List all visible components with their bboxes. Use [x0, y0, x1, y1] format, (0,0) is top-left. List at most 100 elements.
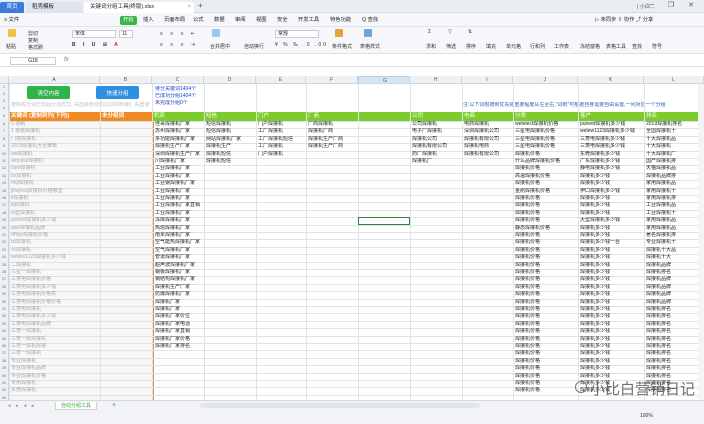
table-cell[interactable]: 工业焊接机厂家直销	[154, 202, 204, 209]
row-header[interactable]: 1	[0, 84, 9, 91]
table-cell[interactable]: vc焊接机	[10, 247, 99, 254]
table-cell[interactable]: 焊接机价格	[514, 247, 577, 254]
row-header[interactable]: 33	[0, 320, 9, 329]
menu-view[interactable]: 视图	[256, 16, 267, 25]
row-header[interactable]: 41	[0, 380, 9, 388]
table-cell[interactable]: 焊接机价格	[514, 387, 577, 394]
table-cell[interactable]: 深圳焊接机生产厂家	[154, 151, 204, 158]
sheet-nav-arrows[interactable]: ◂ ▸ ◂ ▸	[8, 403, 36, 409]
table-cell[interactable]: 焊接机十大品	[645, 247, 703, 254]
column-header[interactable]: D	[204, 76, 256, 84]
align-top-buttons[interactable]: ≡ ≡ ≡ ⇤	[160, 31, 198, 37]
column-header[interactable]: B	[100, 76, 152, 84]
column-header[interactable]: A	[9, 76, 100, 84]
column-header[interactable]: C	[152, 76, 204, 84]
table-cell[interactable]: 焊接机排名	[645, 343, 703, 350]
row-header[interactable]: 20	[0, 224, 9, 232]
table-cell[interactable]: 三菱电焊接机品牌	[10, 321, 99, 328]
name-box[interactable]: G18	[10, 57, 56, 65]
table-cell[interactable]: 焊接机电商	[463, 143, 512, 150]
table-cell[interactable]: 冻库焊接机厂家	[154, 217, 204, 224]
vertical-scrollbar[interactable]	[698, 84, 704, 400]
row-header[interactable]: 16	[0, 195, 9, 203]
row-header[interactable]: 2	[0, 91, 9, 98]
table-cell[interactable]: 短信焊接机	[205, 121, 255, 128]
table-cell[interactable]: 焊接机排名	[645, 306, 703, 313]
table-cell[interactable]: 焊接机价格	[514, 254, 577, 261]
table-cell[interactable]: 焊接机生产厂商	[307, 136, 357, 143]
table-cell[interactable]: puneet焊接机多少钱	[10, 217, 99, 224]
table-cell[interactable]: 佳哥焊接机厂家	[154, 121, 204, 128]
row-header[interactable]: 32	[0, 313, 9, 321]
table-cell[interactable]: 焊接机公司	[411, 136, 461, 143]
table-cell[interactable]: rtfhjw焊接机价格	[10, 232, 99, 239]
menu-layout[interactable]: 页面布局	[164, 16, 185, 25]
table-cell[interactable]: 焊接机品牌	[645, 291, 703, 298]
row-header[interactable]: 35	[0, 335, 9, 343]
table-cell[interactable]: wetew1123焊接机多少钱	[579, 128, 643, 135]
table-cell[interactable]: 焊接机厂商	[307, 128, 357, 135]
row-header[interactable]: 7	[0, 128, 9, 136]
tab-workbook[interactable]: 关键词分组工具(终版).xlsx ×	[84, 2, 194, 13]
table-cell[interactable]: 天猫焊接机品	[645, 165, 703, 172]
table-cell[interactable]: 著名焊接机排	[645, 232, 703, 239]
table-cell[interactable]: 焊接机价格	[514, 350, 577, 357]
table-cell[interactable]: 焊接机排名	[645, 313, 703, 320]
table-cell[interactable]: 焊接机排名	[645, 358, 703, 365]
table-cell[interactable]: 专业焊接机价格	[10, 373, 99, 380]
table-cell[interactable]: 焊接机多少钱	[579, 173, 643, 180]
sum-button[interactable]: 求和	[426, 43, 436, 50]
table-cell[interactable]: 焊接机厂家电话	[154, 321, 204, 328]
menu-formula[interactable]: 公式	[193, 16, 204, 25]
cut-button[interactable]: 剪切	[28, 30, 38, 37]
table-cell[interactable]: bs焊接机	[10, 173, 99, 180]
table-cell[interactable]: 焊接机多少钱	[579, 291, 643, 298]
table-cell[interactable]: 焊接机短信	[205, 158, 255, 165]
menu-data[interactable]: 数据	[214, 16, 225, 25]
sum-icon[interactable]: Σ	[428, 29, 431, 35]
table-cell[interactable]: 焊接机价格	[514, 165, 577, 172]
table-cell[interactable]: 焊接机多少钱	[579, 202, 643, 209]
table-cell[interactable]: 焊接机多少钱	[579, 358, 643, 365]
table-cell[interactable]: 空气能热焊接机厂家	[154, 239, 204, 246]
filter-icon[interactable]: ▽	[448, 29, 452, 35]
table-cell[interactable]: 超声波焊接机厂家	[154, 262, 204, 269]
table-cell[interactable]: 三菱电焊接机多少钱	[579, 136, 643, 143]
table-cell[interactable]: 工业焊接机厂家	[154, 188, 204, 195]
table-cell[interactable]: 焊接机有限公司	[463, 136, 512, 143]
table-style-button[interactable]: 表格样式	[360, 43, 380, 50]
sort-button[interactable]: 排序	[466, 43, 476, 50]
menu-right[interactable]: ▷ 未同步 ⇧ 协作 ⤴ 分享	[595, 16, 653, 25]
table-cell[interactable]: bsm焊接机	[10, 165, 99, 172]
menu-insert[interactable]: 插入	[143, 16, 154, 25]
column-header[interactable]: F	[306, 76, 358, 84]
sort-icon[interactable]: ⇅	[468, 29, 472, 35]
table-cell[interactable]: 焊接机生产厂商	[307, 143, 357, 150]
table-cell[interactable]: 焊接机生产	[205, 143, 255, 150]
menu-search[interactable]: Q 查找	[362, 16, 378, 25]
table-cell[interactable]: 三菱一焊接机	[10, 328, 99, 335]
table-cell[interactable]: 工业焊接机十	[645, 210, 703, 217]
table-cell[interactable]: 静态焊接机价格	[514, 225, 577, 232]
filter-button[interactable]: 筛选	[446, 43, 456, 50]
row-header[interactable]: 6	[0, 121, 9, 129]
menu-dev[interactable]: 开发工具	[298, 16, 319, 25]
table-cell[interactable]: 高温焊接机价格	[514, 173, 577, 180]
table-cell[interactable]: puneet焊接机多少钱	[579, 121, 643, 128]
table-cell[interactable]: 焊接机排名	[645, 365, 703, 372]
table-cell[interactable]: 门户焊接机	[257, 151, 305, 158]
table-cell[interactable]: airpulse焊接机	[10, 158, 99, 165]
table-cell[interactable]: 热熔焊接机厂家	[154, 225, 204, 232]
table-cell[interactable]: 焊接机短信	[205, 151, 255, 158]
table-cell[interactable]: 焊接机多少钱	[579, 232, 643, 239]
corner-select-all[interactable]	[0, 76, 9, 84]
table-cell[interactable]: 焊接机多少钱	[579, 269, 643, 276]
table-cell[interactable]: 焊接机价格	[514, 217, 577, 224]
close-icon[interactable]: ×	[188, 2, 191, 13]
number-format-select[interactable]: 常规	[275, 30, 319, 38]
table-cell[interactable]: 焊接机多少钱	[579, 299, 643, 306]
font-style-buttons[interactable]: B I U ⊞ A	[72, 42, 121, 48]
table-cell[interactable]: 三菱一体焊接机	[10, 336, 99, 343]
table-cell[interactable]: 多功能焊接机厂家	[154, 136, 204, 143]
menu-review[interactable]: 审阅	[235, 16, 246, 25]
